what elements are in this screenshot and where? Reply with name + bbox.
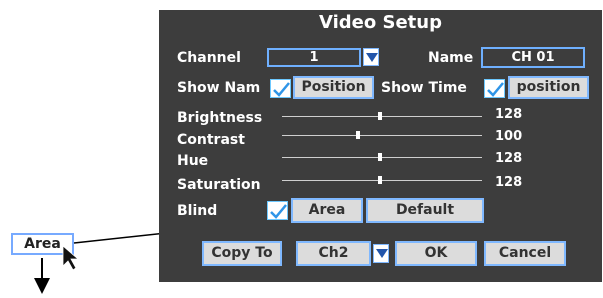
hue-slider-thumb[interactable] [378,153,382,161]
cursor-arrow-icon [62,245,80,271]
checkmark-icon [270,204,287,219]
copy-target-field[interactable]: Ch2 [296,241,371,266]
brightness-slider-thumb[interactable] [378,112,382,120]
show-time-position-button[interactable]: position [508,76,589,99]
default-button[interactable]: Default [366,198,484,223]
copy-target-dropdown-button[interactable] [373,244,389,263]
blind-label: Blind [177,203,218,219]
hue-label: Hue [177,153,209,169]
video-setup-dialog: Video Setup Channel 1 Name CH 01 Show Na… [159,10,602,282]
brightness-slider[interactable] [282,116,482,117]
brightness-label: Brightness [177,110,263,126]
contrast-value: 100 [495,129,523,144]
dropdown-arrow-icon [366,53,378,62]
blind-checkbox[interactable] [267,201,288,220]
channel-value: 1 [309,50,319,65]
channel-select-field[interactable]: 1 [267,48,361,67]
saturation-label: Saturation [177,177,261,193]
cancel-button[interactable]: Cancel [484,241,566,266]
ok-button[interactable]: OK [395,241,477,266]
hue-value: 128 [495,151,523,166]
name-field[interactable]: CH 01 [481,47,585,68]
saturation-value: 128 [495,175,523,190]
hue-slider[interactable] [282,157,482,158]
show-name-position-button[interactable]: Position [293,76,374,99]
channel-label: Channel [177,50,241,66]
checkmark-icon [273,82,290,97]
dropdown-arrow-icon [376,249,388,258]
copy-target-dropdown[interactable]: Ch2 [296,241,390,266]
contrast-slider[interactable] [282,135,482,136]
copy-to-button[interactable]: Copy To [202,241,282,266]
show-time-checkbox[interactable] [484,79,505,98]
channel-dropdown-button[interactable] [363,48,379,66]
contrast-label: Contrast [177,132,245,148]
show-name-checkbox[interactable] [270,79,291,98]
brightness-value: 128 [495,107,523,122]
name-value: CH 01 [511,50,555,65]
channel-dropdown[interactable]: 1 [267,48,379,67]
show-time-label: Show Time [381,80,467,96]
dialog-title: Video Setup [319,12,442,33]
saturation-slider[interactable] [282,180,482,181]
saturation-slider-thumb[interactable] [378,176,382,184]
name-label: Name [428,50,474,66]
checkmark-icon [487,82,504,97]
contrast-slider-thumb[interactable] [356,131,360,139]
show-name-label: Show Nam [177,80,261,96]
copy-target-value: Ch2 [318,245,349,261]
area-button[interactable]: Area [291,198,363,223]
